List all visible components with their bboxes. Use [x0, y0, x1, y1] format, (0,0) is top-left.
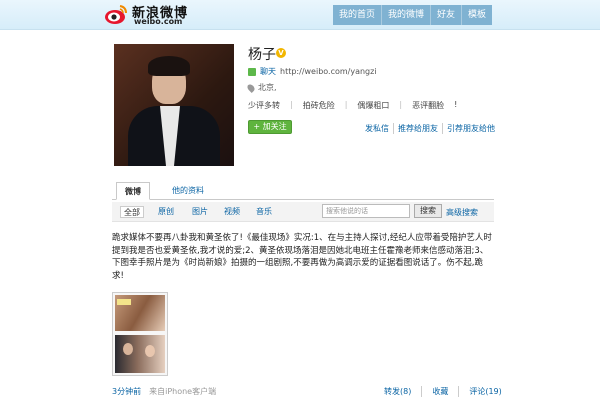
location-row: 北京,	[246, 82, 277, 93]
avatar-hair	[148, 56, 190, 76]
tag-divider: |	[399, 100, 403, 109]
verified-icon: V	[276, 48, 286, 58]
tag-item: 拍砖危险	[302, 101, 335, 110]
tag-divider: |	[290, 100, 293, 109]
weibo-logo[interactable]: 新浪微博 weibo.com	[104, 2, 204, 28]
nav-my-home[interactable]: 我的首页	[333, 5, 383, 25]
photo-face	[123, 343, 133, 355]
nav-my-weibo[interactable]: 我的微博	[382, 5, 432, 25]
profile-location: 北京,	[258, 83, 277, 92]
nav-friends[interactable]: 好友	[431, 5, 463, 25]
location-pin-icon	[246, 82, 256, 93]
filter-images[interactable]: 图片	[192, 206, 208, 218]
filter-music[interactable]: 音乐	[256, 206, 272, 218]
chat-link[interactable]: 聊天	[260, 66, 276, 77]
profile-avatar[interactable]	[114, 44, 234, 166]
post-actions: 转发(8) 收藏 评论(19)	[374, 386, 502, 397]
post-time[interactable]: 3分钟前	[112, 386, 141, 397]
repost-link[interactable]: 转发(8)	[374, 386, 423, 397]
photo-top	[115, 295, 165, 331]
introduce-friends-link[interactable]: 引荐朋友给他	[443, 123, 499, 134]
logo-text-en: weibo.com	[134, 17, 183, 26]
favorite-link[interactable]: 收藏	[422, 386, 460, 397]
tag-item: 少评多转	[248, 101, 280, 110]
photo-bottom	[115, 335, 165, 373]
top-bar: 新浪微博 weibo.com 我的首页 我的微博 好友 模板	[0, 0, 600, 30]
tag-divider: |	[344, 100, 348, 109]
comment-link[interactable]: 评论(19)	[459, 386, 501, 397]
filter-all[interactable]: 全部	[120, 206, 144, 218]
search-input[interactable]: 搜索他说的话	[322, 204, 410, 218]
post-source: 来自iPhone客户端	[149, 387, 217, 396]
profile-actions: 发私信 推荐给朋友 引荐朋友给他	[361, 123, 499, 134]
profile-name: 杨子	[248, 47, 276, 63]
profile-tags: 少评多转 | 拍砖危险 | 偶爆粗口 | 恶评翻脸 !	[248, 100, 457, 111]
recommend-link[interactable]: 推荐给朋友	[394, 123, 443, 134]
top-nav: 我的首页 我的微博 好友 模板	[333, 5, 493, 25]
filter-video[interactable]: 视频	[224, 206, 240, 218]
profile-url[interactable]: http://weibo.com/yangzi	[280, 67, 377, 76]
chat-icon	[248, 67, 256, 76]
photo-caption-mark	[117, 299, 131, 305]
chat-row: 聊天 http://weibo.com/yangzi	[248, 66, 377, 77]
post-text: 跪求媒体不要再八卦我和黄圣依了!《最佳现场》实况:1、在与主持人探讨,经纪人应带…	[112, 233, 492, 281]
tab-weibo[interactable]: 微博	[116, 182, 150, 200]
tag-item: 恶评翻脸	[412, 101, 445, 110]
weibo-eye-icon	[105, 5, 127, 24]
profile-tabs: 微博 他的资料	[112, 182, 494, 200]
send-message-link[interactable]: 发私信	[361, 123, 394, 134]
tab-profile-info[interactable]: 他的资料	[164, 182, 212, 200]
tag-item: 偶爆粗口	[357, 101, 390, 110]
follow-button[interactable]: + 加关注	[248, 120, 292, 134]
filter-original[interactable]: 原创	[158, 206, 174, 218]
nav-templates[interactable]: 模板	[462, 5, 493, 25]
tag-trailing: !	[454, 100, 458, 109]
advanced-search-link[interactable]: 高级搜索	[446, 207, 478, 218]
post-image[interactable]	[112, 292, 168, 376]
photo-face	[145, 345, 155, 357]
search-button[interactable]: 搜索	[414, 204, 442, 218]
post-meta: 3分钟前 来自iPhone客户端	[112, 386, 216, 397]
